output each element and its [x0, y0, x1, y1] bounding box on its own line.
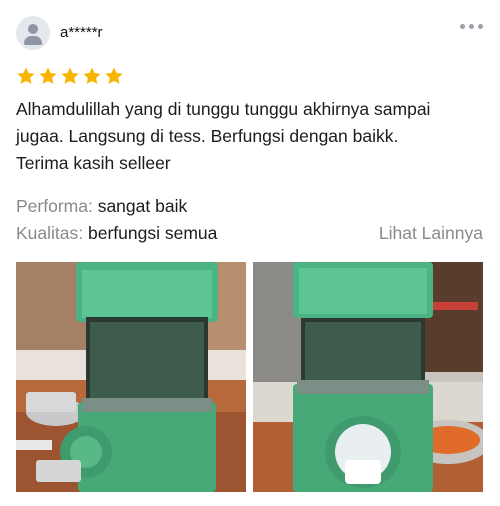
review-text-line: jugaa. Langsung di tess. Berfungsi denga…: [16, 126, 399, 146]
star-icon: [105, 67, 123, 84]
attribute-key: Performa:: [16, 196, 93, 216]
review-text: Alhamdulillah yang di tunggu tunggu akhi…: [16, 96, 490, 177]
attribute-value: sangat baik: [97, 196, 188, 216]
star-icon: [83, 67, 101, 84]
star-icon: [17, 67, 35, 84]
review-text-line: Terima kasih selleer: [16, 153, 171, 173]
rating-stars: [16, 66, 124, 86]
review-photo-1[interactable]: [16, 262, 246, 492]
grater-photo-image: [253, 262, 483, 492]
reviewer-name: a*****r: [60, 24, 103, 41]
star-icon: [39, 67, 57, 84]
star-icon: [61, 67, 79, 84]
review-text-line: Alhamdulillah yang di tunggu tunggu akhi…: [16, 99, 431, 119]
more-options-icon[interactable]: [460, 24, 484, 32]
attribute-kualitas: Kualitas: berfungsi semua: [16, 222, 217, 244]
grater-photo-image: [16, 262, 246, 492]
attribute-key: Kualitas:: [16, 223, 84, 243]
review-header: a*****r: [16, 14, 486, 54]
review-photo-2[interactable]: [253, 262, 483, 492]
see-more-link[interactable]: Lihat Lainnya: [379, 222, 483, 244]
attribute-value: berfungsi semua: [88, 223, 218, 243]
attribute-performa: Performa: sangat baik: [16, 195, 187, 217]
user-avatar-icon[interactable]: [16, 16, 50, 50]
